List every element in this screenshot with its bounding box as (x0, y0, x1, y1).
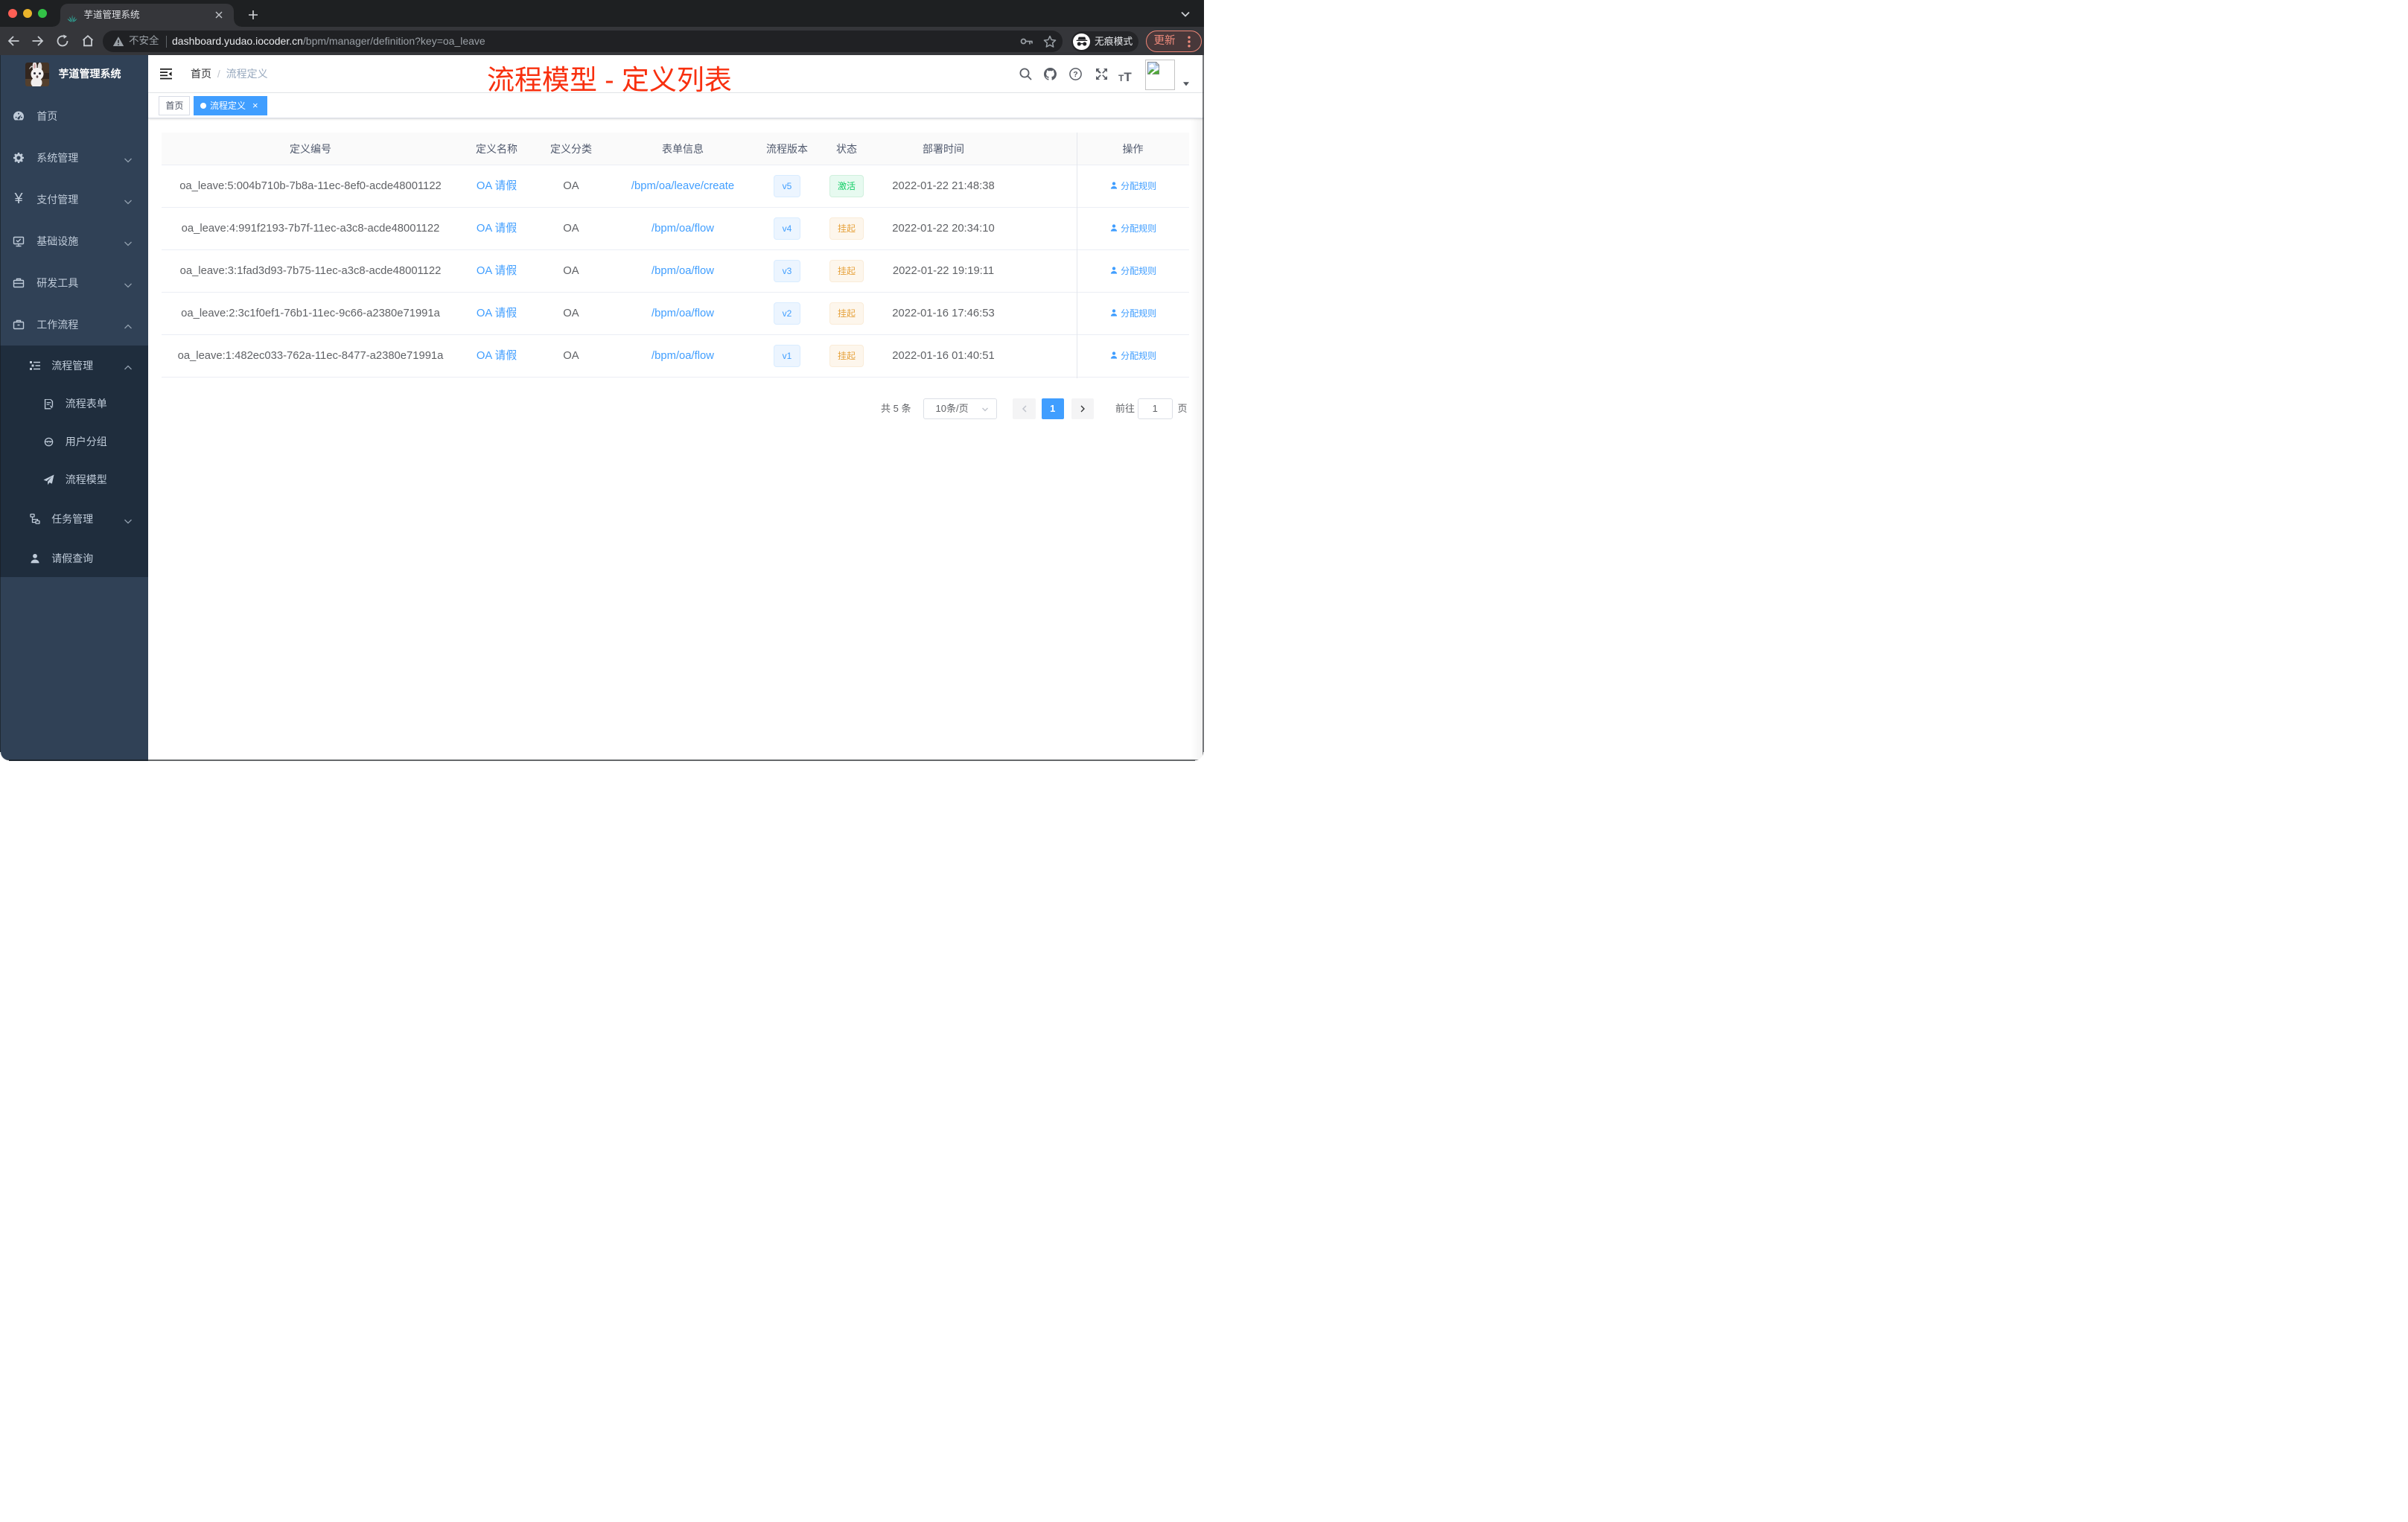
svg-text:?: ? (1073, 70, 1077, 79)
